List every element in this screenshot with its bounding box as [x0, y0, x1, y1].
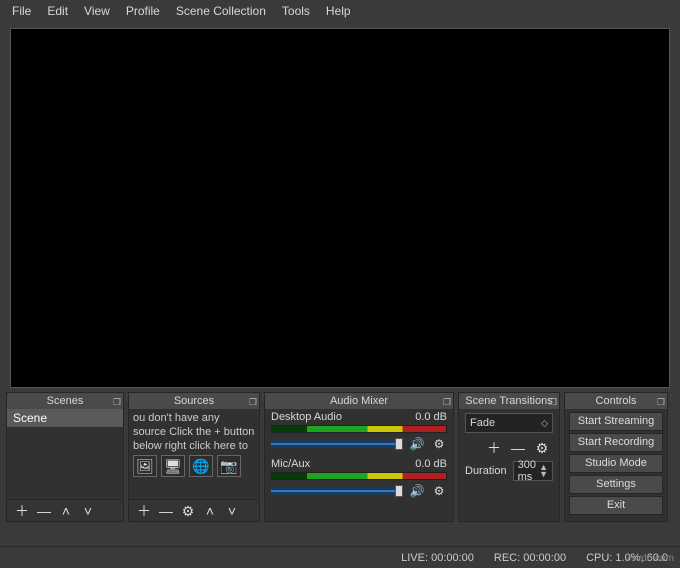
transitions-body: Fade ◇ ＋ — ⚙ Duration 300 ms ▲▼: [459, 409, 559, 521]
source-down-button[interactable]: ˅: [223, 502, 241, 520]
mixer-title: Audio Mixer ❐: [265, 393, 453, 409]
mixer-channel-name: Desktop Audio: [271, 411, 342, 423]
speaker-icon[interactable]: 🔊: [409, 436, 425, 452]
remove-scene-button[interactable]: —: [35, 502, 53, 520]
browser-source-icon: 🌐: [189, 455, 213, 477]
popout-icon[interactable]: ❐: [549, 394, 557, 410]
menu-bar: File Edit View Profile Scene Collection …: [0, 0, 680, 22]
mixer-body: Desktop Audio 0.0 dB 🔊 ⚙ Mic/Aux 0.0 dB: [265, 409, 453, 521]
audio-mixer-panel: Audio Mixer ❐ Desktop Audio 0.0 dB 🔊 ⚙: [264, 392, 454, 522]
menu-edit[interactable]: Edit: [41, 2, 74, 20]
menu-tools[interactable]: Tools: [276, 2, 316, 20]
add-transition-button[interactable]: ＋: [485, 439, 503, 457]
speaker-icon[interactable]: 🔊: [409, 483, 425, 499]
remove-transition-button[interactable]: —: [509, 439, 527, 457]
display-source-icon: 🖥: [161, 455, 185, 477]
menu-profile[interactable]: Profile: [120, 2, 166, 20]
dock-row: Scenes ❐ Scene ＋ — ˄ ˅ Sources ❐ ou don'…: [0, 392, 680, 522]
mixer-channel-level: 0.0 dB: [415, 458, 447, 470]
volume-meter: [271, 472, 447, 480]
preview-canvas[interactable]: [10, 28, 670, 388]
mixer-channel-name: Mic/Aux: [271, 458, 310, 470]
popout-icon[interactable]: ❐: [443, 394, 451, 410]
menu-view[interactable]: View: [78, 2, 116, 20]
status-rec: REC: 00:00:00: [494, 552, 566, 564]
controls-body: Start Streaming Start Recording Studio M…: [565, 409, 667, 518]
mixer-channel-level: 0.0 dB: [415, 411, 447, 423]
source-up-button[interactable]: ˄: [201, 502, 219, 520]
dropdown-caret-icon: ◇: [541, 418, 548, 429]
start-recording-button[interactable]: Start Recording: [569, 433, 663, 452]
controls-title: Controls ❐: [565, 393, 667, 409]
channel-settings-icon[interactable]: ⚙: [431, 436, 447, 452]
transitions-title: Scene Transitions ❐: [459, 393, 559, 409]
menu-scene-collection[interactable]: Scene Collection: [170, 2, 272, 20]
popout-icon[interactable]: ❐: [657, 394, 665, 410]
spinner-icon[interactable]: ▲▼: [539, 464, 548, 478]
sources-body[interactable]: ou don't have any source Click the + but…: [129, 409, 259, 499]
source-properties-button[interactable]: ⚙: [179, 502, 197, 520]
sources-type-icons: 🖼 🖥 🌐 📷: [129, 453, 259, 481]
sources-empty-hint: ou don't have any source Click the + but…: [129, 409, 259, 453]
transitions-panel: Scene Transitions ❐ Fade ◇ ＋ — ⚙ Duratio…: [458, 392, 560, 522]
volume-slider[interactable]: [271, 440, 403, 448]
sources-title: Sources ❐: [129, 393, 259, 409]
channel-settings-icon[interactable]: ⚙: [431, 483, 447, 499]
add-source-button[interactable]: ＋: [135, 502, 153, 520]
camera-source-icon: 📷: [217, 455, 241, 477]
volume-meter: [271, 425, 447, 433]
status-bar: LIVE: 00:00:00 REC: 00:00:00 CPU: 1.0%, …: [0, 546, 680, 568]
studio-mode-button[interactable]: Studio Mode: [569, 454, 663, 473]
mixer-channel-mic: Mic/Aux 0.0 dB 🔊 ⚙: [265, 456, 453, 503]
duration-spinbox[interactable]: 300 ms ▲▼: [513, 461, 553, 481]
exit-button[interactable]: Exit: [569, 496, 663, 515]
status-live: LIVE: 00:00:00: [401, 552, 474, 564]
sources-panel: Sources ❐ ou don't have any source Click…: [128, 392, 260, 522]
transition-value: Fade: [470, 417, 541, 429]
scenes-toolbar: ＋ — ˄ ˅: [7, 499, 123, 521]
start-streaming-button[interactable]: Start Streaming: [569, 412, 663, 431]
remove-source-button[interactable]: —: [157, 502, 175, 520]
mixer-channel-desktop: Desktop Audio 0.0 dB 🔊 ⚙: [265, 409, 453, 456]
transition-settings-button[interactable]: ⚙: [533, 439, 551, 457]
scene-up-button[interactable]: ˄: [57, 502, 75, 520]
transition-select[interactable]: Fade ◇: [465, 413, 553, 433]
menu-help[interactable]: Help: [320, 2, 357, 20]
image-source-icon: 🖼: [133, 455, 157, 477]
controls-panel: Controls ❐ Start Streaming Start Recordi…: [564, 392, 668, 522]
scenes-title: Scenes ❐: [7, 393, 123, 409]
scenes-list[interactable]: Scene: [7, 409, 123, 499]
scene-down-button[interactable]: ˅: [79, 502, 97, 520]
add-scene-button[interactable]: ＋: [13, 502, 31, 520]
settings-button[interactable]: Settings: [569, 475, 663, 494]
scene-item[interactable]: Scene: [7, 409, 123, 427]
sources-toolbar: ＋ — ⚙ ˄ ˅: [129, 499, 259, 521]
popout-icon[interactable]: ❐: [113, 394, 121, 410]
menu-file[interactable]: File: [6, 2, 37, 20]
watermark: 7svdn.com: [626, 553, 674, 564]
duration-value: 300 ms: [518, 459, 540, 483]
popout-icon[interactable]: ❐: [249, 394, 257, 410]
volume-slider[interactable]: [271, 487, 403, 495]
scenes-panel: Scenes ❐ Scene ＋ — ˄ ˅: [6, 392, 124, 522]
duration-label: Duration: [465, 465, 507, 477]
